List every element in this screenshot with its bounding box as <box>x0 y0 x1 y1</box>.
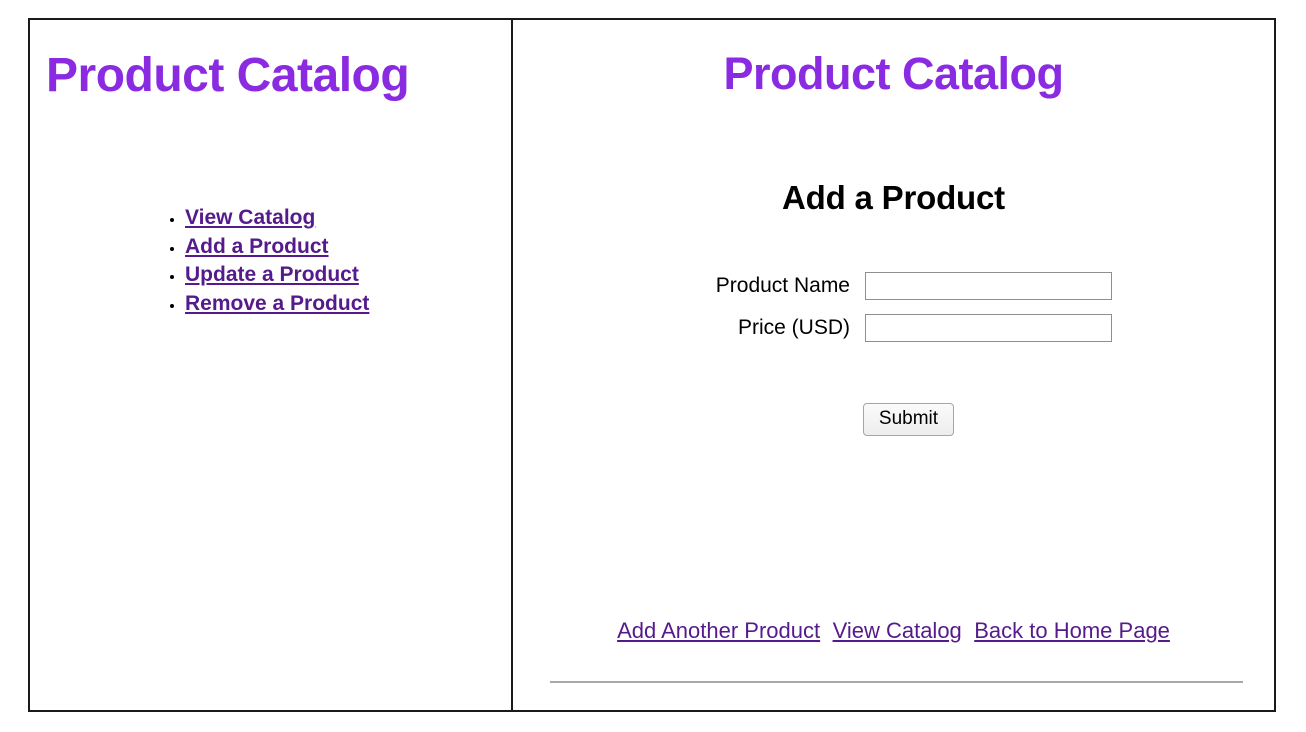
submit-row: Submit <box>833 403 955 437</box>
product-name-label: Product Name <box>715 274 850 298</box>
list-item: Update a Product <box>185 261 369 290</box>
add-product-form: Product Name Price (USD) Submit <box>513 272 1274 437</box>
nav-link-remove-a-product[interactable]: Remove a Product <box>185 292 369 315</box>
submit-button[interactable]: Submit <box>862 403 955 437</box>
footer-divider <box>550 681 1243 683</box>
page-frame: Product Catalog View Catalog Add a Produ… <box>28 18 1276 712</box>
nav-link-add-a-product[interactable]: Add a Product <box>185 235 329 258</box>
list-item: Add a Product <box>185 233 369 262</box>
list-item: View Catalog <box>185 204 369 233</box>
form-row-price: Price (USD) <box>675 314 1112 343</box>
nav-link-update-a-product[interactable]: Update a Product <box>185 263 359 286</box>
page-title: Product Catalog <box>723 48 1064 99</box>
footer-link-back-to-home-page[interactable]: Back to Home Page <box>974 618 1170 643</box>
left-page-title: Product Catalog <box>46 49 410 102</box>
nav-link-view-catalog[interactable]: View Catalog <box>185 206 315 229</box>
form-row-product-name: Product Name <box>675 272 1112 301</box>
left-panel: Product Catalog View Catalog Add a Produ… <box>30 20 513 710</box>
footer-link-add-another-product[interactable]: Add Another Product <box>617 618 820 643</box>
list-item: Remove a Product <box>185 290 369 319</box>
footer-links: Add Another Product View Catalog Back to… <box>513 618 1274 644</box>
section-heading: Add a Product <box>782 179 1005 217</box>
right-panel: Product Catalog Add a Product Product Na… <box>513 20 1274 710</box>
product-name-input[interactable] <box>865 272 1112 301</box>
price-label: Price (USD) <box>737 316 850 340</box>
footer-link-view-catalog[interactable]: View Catalog <box>833 618 962 643</box>
price-input[interactable] <box>865 314 1112 343</box>
catalog-nav-list: View Catalog Add a Product Update a Prod… <box>161 204 369 318</box>
